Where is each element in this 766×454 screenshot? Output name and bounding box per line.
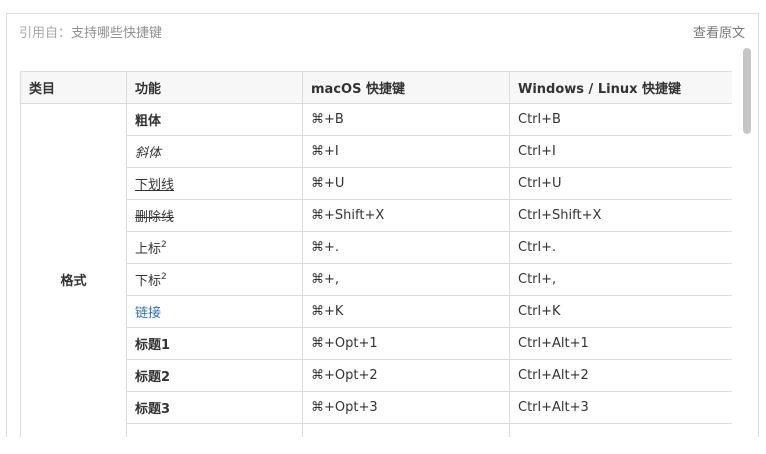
quote-prefix-label: 引用自： [19, 26, 72, 41]
macos-shortcut-cell: ⌘+Opt+2 [302, 359, 510, 392]
shortcut-table-container[interactable]: 类目 功能 macOS 快捷键 Windows / Linux 快捷键 格式 粗体… [20, 71, 732, 437]
feature-cell: 粗体 [126, 103, 303, 136]
macos-shortcut-cell: ⌘+Opt+1 [302, 327, 510, 360]
header-macos-shortcut: macOS 快捷键 [302, 71, 510, 104]
macos-shortcut-cell: ⌘+I [302, 135, 510, 168]
windows-shortcut-cell: Ctrl+Shift+X [509, 199, 732, 232]
shortcut-table: 类目 功能 macOS 快捷键 Windows / Linux 快捷键 格式 粗体… [20, 71, 732, 437]
feature-label: 标题1 [135, 338, 171, 353]
vertical-scrollbar[interactable] [742, 48, 752, 437]
table-row-partial [21, 423, 732, 437]
table-row: 标题3 ⌘+Opt+3 Ctrl+Alt+3 [21, 391, 732, 424]
feature-label: 斜体 [135, 146, 162, 161]
feature-superscript: 2 [161, 271, 167, 282]
windows-shortcut-cell: Ctrl+I [509, 135, 732, 168]
feature-label: 标题2 [135, 370, 171, 385]
header-windows-linux-shortcut: Windows / Linux 快捷键 [509, 71, 732, 104]
header-feature: 功能 [126, 71, 303, 104]
feature-cell: 上标2 [126, 231, 303, 264]
feature-label: 粗体 [135, 114, 162, 129]
feature-cell: 斜体 [126, 135, 303, 168]
feature-cell: 标题3 [126, 391, 303, 424]
table-row: 上标2 ⌘+. Ctrl+. [21, 231, 732, 264]
table-row: 删除线 ⌘+Shift+X Ctrl+Shift+X [21, 199, 732, 232]
empty-cell [509, 423, 732, 437]
macos-shortcut-cell: ⌘+, [302, 263, 510, 296]
table-row: 标题1 ⌘+Opt+1 Ctrl+Alt+1 [21, 327, 732, 360]
feature-cell: 链接 [126, 295, 303, 328]
feature-cell: 标题1 [126, 327, 303, 360]
feature-cell: 下标2 [126, 263, 303, 296]
feature-cell: 下划线 [126, 167, 303, 200]
feature-label: 上标 [135, 242, 162, 257]
windows-shortcut-cell: Ctrl+K [509, 295, 732, 328]
table-row: 下标2 ⌘+, Ctrl+, [21, 263, 732, 296]
quote-header: 引用自：支持哪些快捷键 查看原文 [7, 14, 758, 48]
windows-shortcut-cell: Ctrl+, [509, 263, 732, 296]
feature-superscript: 2 [161, 239, 167, 250]
header-category: 类目 [20, 71, 127, 104]
feature-label: 下标 [135, 274, 162, 289]
feature-label: 下划线 [135, 178, 175, 193]
macos-shortcut-cell: ⌘+K [302, 295, 510, 328]
windows-shortcut-cell: Ctrl+Alt+1 [509, 327, 732, 360]
feature-label: 标题3 [135, 402, 171, 417]
windows-shortcut-cell: Ctrl+U [509, 167, 732, 200]
quote-source-title[interactable]: 支持哪些快捷键 [71, 26, 162, 41]
table-row: 链接 ⌘+K Ctrl+K [21, 295, 732, 328]
windows-shortcut-cell: Ctrl+. [509, 231, 732, 264]
windows-shortcut-cell: Ctrl+Alt+3 [509, 391, 732, 424]
quote-card: 引用自：支持哪些快捷键 查看原文 类目 功能 macOS 快捷键 Windows… [6, 13, 759, 437]
view-original-link[interactable]: 查看原文 [693, 22, 745, 41]
table-body: 格式 粗体 ⌘+B Ctrl+B 斜体 ⌘+I Ctrl+I 下划线 ⌘+U Ctrl+U 删除线 ⌘… [20, 103, 732, 437]
feature-label[interactable]: 链接 [135, 306, 161, 321]
macos-shortcut-cell: ⌘+U [302, 167, 510, 200]
macos-shortcut-cell: ⌘+. [302, 231, 510, 264]
table-row: 下划线 ⌘+U Ctrl+U [21, 167, 732, 200]
macos-shortcut-cell: ⌘+Shift+X [302, 199, 510, 232]
macos-shortcut-cell: ⌘+Opt+3 [302, 391, 510, 424]
windows-shortcut-cell: Ctrl+B [509, 103, 732, 136]
table-row: 斜体 ⌘+I Ctrl+I [21, 135, 732, 168]
category-cell: 格式 [20, 103, 127, 437]
macos-shortcut-cell: ⌘+B [302, 103, 510, 136]
scrollbar-thumb[interactable] [743, 48, 751, 134]
empty-cell [126, 423, 303, 437]
feature-label: 删除线 [135, 210, 175, 225]
feature-cell: 删除线 [126, 199, 303, 232]
windows-shortcut-cell: Ctrl+Alt+2 [509, 359, 732, 392]
table-row: 格式 粗体 ⌘+B Ctrl+B [20, 103, 732, 437]
feature-cell: 标题2 [126, 359, 303, 392]
quote-source: 引用自：支持哪些快捷键 [19, 22, 162, 41]
table-header-row: 类目 功能 macOS 快捷键 Windows / Linux 快捷键 [20, 71, 732, 104]
table-row: 标题2 ⌘+Opt+2 Ctrl+Alt+2 [21, 359, 732, 392]
empty-cell [302, 423, 510, 437]
